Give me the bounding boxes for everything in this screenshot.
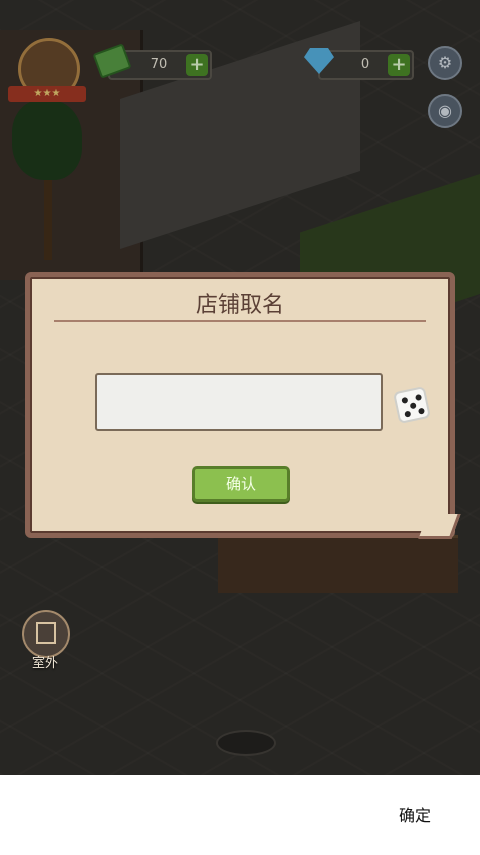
game-scene: ★★★ 70 + 0 + ⚙ ◉ 店铺取名 确认 室外 xyxy=(0,0,480,775)
bottom-bar: 确定 xyxy=(0,775,480,855)
ok-button[interactable]: 确定 xyxy=(380,803,450,829)
shop-name-dialog: 店铺取名 确认 xyxy=(25,272,461,539)
dice-icon xyxy=(401,396,409,404)
outdoor-button[interactable]: 室外 xyxy=(22,610,70,671)
door-icon xyxy=(36,622,56,644)
outdoor-label: 室外 xyxy=(31,656,58,671)
dialog-title: 店铺取名 xyxy=(195,293,284,318)
shop-name-input[interactable] xyxy=(95,373,383,431)
title-divider xyxy=(54,320,426,322)
random-name-button[interactable] xyxy=(393,386,431,424)
confirm-button[interactable]: 确认 xyxy=(192,466,290,502)
outdoor-button-circle xyxy=(22,610,70,658)
